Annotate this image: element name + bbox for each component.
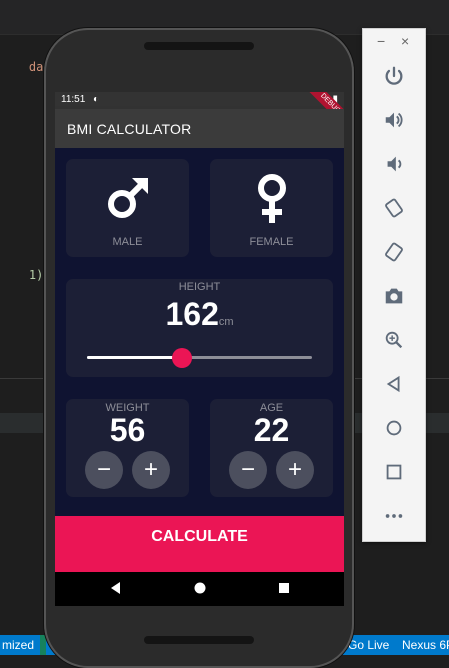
weight-value: 56	[109, 412, 146, 448]
calculate-button[interactable]: CALCULATE	[55, 516, 344, 572]
female-label: FEMALE	[249, 236, 294, 248]
weight-plus-button[interactable]: +	[132, 451, 170, 489]
female-card[interactable]: FEMALE	[210, 159, 333, 257]
male-card[interactable]: MALE	[66, 159, 189, 257]
age-card: AGE 22 − +	[210, 399, 333, 497]
height-card: HEIGHT 162cm	[66, 279, 333, 377]
height-value: 162	[165, 296, 219, 332]
male-icon	[108, 178, 148, 218]
back-icon	[386, 375, 400, 393]
zoom-button[interactable]	[380, 326, 408, 354]
status-bar-left: mized	[2, 638, 35, 652]
height-readout: 162cm	[66, 296, 333, 333]
top-speaker	[144, 42, 254, 50]
slider-thumb[interactable]	[171, 348, 192, 368]
android-nav-bar	[55, 572, 344, 606]
slider-active-track	[87, 356, 182, 359]
app-title: BMI CALCULATOR	[67, 121, 192, 137]
nav-overview-icon[interactable]	[277, 581, 291, 595]
device-selector[interactable]: Nexus 6P	[402, 638, 449, 652]
age-plus-button[interactable]: +	[276, 451, 314, 489]
overview-button[interactable]	[380, 458, 408, 486]
more-icon	[385, 514, 403, 518]
height-unit: cm	[218, 316, 234, 328]
volume-down-icon	[387, 156, 402, 172]
weight-minus-button[interactable]: −	[85, 451, 123, 489]
phone-screen: 11:51 ◐ ▾ ▮ DEBUG BMI CALCULATOR MALE FE…	[55, 92, 344, 606]
female-icon	[258, 174, 286, 223]
clock: 11:51	[61, 94, 86, 105]
back-button[interactable]	[380, 370, 408, 398]
home-icon	[386, 420, 402, 436]
more-button[interactable]	[380, 502, 408, 530]
male-label: MALE	[112, 236, 143, 248]
rotate-left-icon	[385, 198, 403, 218]
calculate-label: CALCULATE	[151, 528, 248, 545]
weight-card: WEIGHT 56 − +	[66, 399, 189, 497]
rotate-right-icon	[385, 242, 403, 262]
remote-indicator[interactable]	[40, 635, 46, 655]
volume-up-icon	[385, 112, 403, 128]
nav-back-icon[interactable]	[109, 581, 123, 595]
zoom-icon	[385, 331, 403, 349]
age-minus-button[interactable]: −	[229, 451, 267, 489]
go-live-button[interactable]: Go Live	[348, 638, 389, 652]
app-bar: BMI CALCULATOR	[55, 109, 344, 148]
nav-home-icon[interactable]	[193, 581, 207, 595]
close-button[interactable]: ×	[401, 33, 409, 49]
rotate-left-button[interactable]	[380, 194, 408, 222]
age-value: 22	[253, 412, 290, 448]
camera-icon	[385, 288, 403, 304]
screenshot-button[interactable]	[380, 282, 408, 310]
power-button[interactable]	[380, 62, 408, 90]
code-line: 1),	[0, 254, 51, 296]
overview-icon	[386, 464, 402, 480]
volume-up-button[interactable]	[380, 106, 408, 134]
app-body: MALE FEMALE HEIGHT 162cm WEIGHT 56 − + A…	[55, 148, 344, 516]
system-status-bar: 11:51 ◐ ▾ ▮ DEBUG	[55, 92, 344, 130]
height-label: HEIGHT	[178, 281, 221, 293]
emulator-toolbar: − ×	[362, 28, 426, 542]
height-slider[interactable]	[87, 348, 312, 368]
notification-icon: ◐	[93, 94, 100, 105]
rotate-right-button[interactable]	[380, 238, 408, 266]
power-icon	[385, 66, 403, 85]
minimize-button[interactable]: −	[377, 33, 385, 49]
bottom-speaker	[144, 636, 254, 644]
volume-down-button[interactable]	[380, 150, 408, 178]
home-button[interactable]	[380, 414, 408, 442]
